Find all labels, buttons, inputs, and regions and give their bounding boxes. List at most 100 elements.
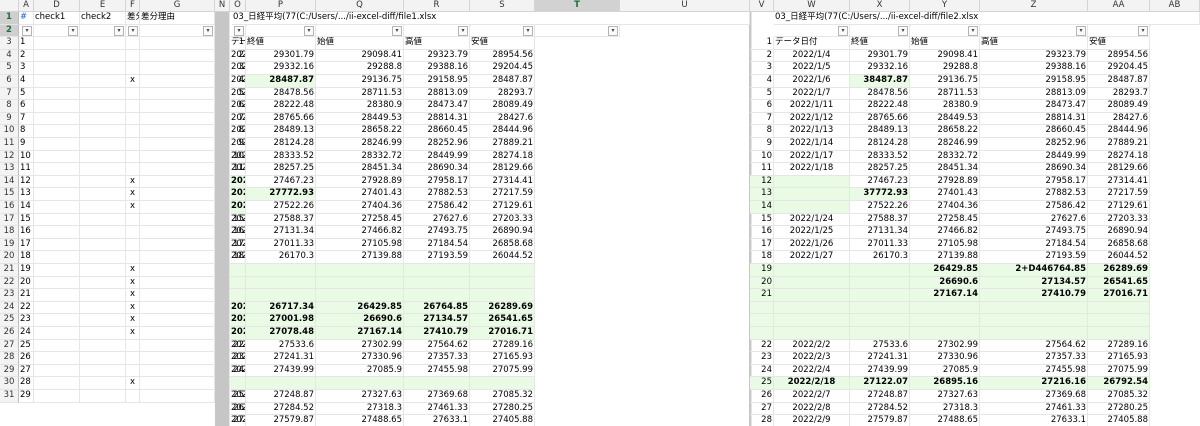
diff-reason-cell[interactable] bbox=[140, 138, 215, 151]
file2-low-cell[interactable]: 27075.99 bbox=[1088, 364, 1150, 378]
check1-cell[interactable] bbox=[34, 327, 80, 340]
file2-open-cell[interactable]: 29288.8 bbox=[910, 62, 980, 75]
file2-low-cell[interactable]: 27314.41 bbox=[1088, 175, 1150, 189]
filter-cell-Z[interactable]: ▾ bbox=[980, 24, 1088, 38]
file2-date-cell[interactable]: 2022/2/8 bbox=[774, 402, 850, 416]
file1-close-cell[interactable]: 28124.28 bbox=[246, 138, 316, 151]
file1-date-cell[interactable]: 2022/1/7 bbox=[230, 87, 246, 101]
filter-dropdown-icon[interactable]: ▾ bbox=[392, 25, 402, 36]
file2-open-cell[interactable]: 28332.72 bbox=[910, 150, 980, 164]
file1-close-cell[interactable]: 27522.26 bbox=[246, 201, 316, 214]
spreadsheet-grid[interactable]: A D E F G N O P Q R S T U V W X Y Z AA AB 1 2 3 4 5 6 7 8 9 10 11 12 13 1… bbox=[0, 0, 1200, 426]
file2-close-cell[interactable] bbox=[850, 264, 910, 277]
file1-open-cell[interactable] bbox=[316, 276, 404, 290]
file1-high-cell[interactable]: 27357.33 bbox=[404, 352, 470, 365]
file1-open-cell[interactable]: 27404.36 bbox=[316, 201, 404, 214]
file2-close-cell[interactable]: 27439.99 bbox=[850, 364, 910, 378]
filter-dropdown-icon[interactable]: ▾ bbox=[968, 25, 978, 36]
row-header-3[interactable]: 3 bbox=[0, 37, 19, 50]
file1-low-cell[interactable]: 27165.93 bbox=[470, 352, 535, 365]
file1-high-cell[interactable] bbox=[404, 377, 470, 390]
file2-date-cell[interactable]: 2022/1/27 bbox=[774, 251, 850, 264]
file1-low-cell[interactable]: 28444.96 bbox=[470, 125, 535, 138]
column-header-A[interactable]: A bbox=[19, 0, 34, 12]
file2-low-cell[interactable]: 27889.21 bbox=[1088, 138, 1150, 151]
file1-date-cell[interactable]: 2022/1/31 bbox=[230, 314, 246, 327]
file2-high-cell[interactable]: 27461.33 bbox=[980, 402, 1088, 416]
column-header-V[interactable]: V bbox=[750, 0, 774, 12]
check2-cell[interactable] bbox=[80, 87, 126, 101]
file2-high-cell[interactable]: 27455.98 bbox=[980, 364, 1088, 378]
file2-close-cell[interactable]: 27522.26 bbox=[850, 201, 910, 214]
column-header-Z[interactable]: Z bbox=[980, 0, 1088, 12]
filter-dropdown-icon[interactable]: ▾ bbox=[838, 25, 848, 36]
file1-low-cell[interactable]: 27289.16 bbox=[470, 339, 535, 353]
file2-close-cell[interactable]: 37772.93 bbox=[850, 188, 910, 201]
file1-high-cell[interactable]: 28813.09 bbox=[404, 87, 470, 101]
file1-open-cell[interactable]: 28380.9 bbox=[316, 100, 404, 113]
check1-cell[interactable] bbox=[34, 112, 80, 126]
check1-cell[interactable] bbox=[34, 37, 80, 50]
check1-cell[interactable] bbox=[34, 226, 80, 239]
file2-high-cell[interactable]: 2+D446764.85 bbox=[980, 264, 1088, 277]
file2-date-cell[interactable]: 2022/2/2 bbox=[774, 339, 850, 353]
file2-high-cell[interactable]: 27633.1 bbox=[980, 415, 1088, 426]
filter-dropdown-icon[interactable]: ▾ bbox=[128, 25, 138, 36]
check2-cell[interactable] bbox=[80, 188, 126, 201]
file1-low-cell[interactable]: 27280.25 bbox=[470, 402, 535, 416]
file1-high-cell[interactable]: 26764.85 bbox=[404, 301, 470, 315]
check2-cell[interactable] bbox=[80, 49, 126, 63]
filter-cell-G[interactable]: ▾ bbox=[140, 24, 215, 38]
file2-high-cell[interactable]: 27193.59 bbox=[980, 251, 1088, 264]
file1-date-cell[interactable]: 2022/2/9 bbox=[230, 415, 246, 426]
file1-open-cell[interactable] bbox=[316, 377, 404, 390]
file2-high-cell[interactable]: 27493.75 bbox=[980, 226, 1088, 239]
file1-close-cell[interactable]: 28478.56 bbox=[246, 87, 316, 101]
file1-close-cell[interactable]: 26170.3 bbox=[246, 251, 316, 264]
file2-close-cell[interactable] bbox=[850, 327, 910, 340]
check2-cell[interactable] bbox=[80, 276, 126, 290]
check2-cell[interactable] bbox=[80, 264, 126, 277]
file2-date-cell[interactable]: 2022/1/18 bbox=[774, 163, 850, 176]
file1-open-cell[interactable]: 27928.89 bbox=[316, 175, 404, 189]
file1-low-cell[interactable]: 26289.69 bbox=[470, 301, 535, 315]
check2-cell[interactable] bbox=[80, 138, 126, 151]
file1-date-cell[interactable]: 2022/2/7 bbox=[230, 390, 246, 403]
check1-cell[interactable] bbox=[34, 49, 80, 63]
file1-close-cell[interactable]: 27078.48 bbox=[246, 327, 316, 340]
row-header-16[interactable]: 16 bbox=[0, 201, 19, 214]
file1-close-cell[interactable]: 27248.87 bbox=[246, 390, 316, 403]
file1-open-cell[interactable]: 27258.45 bbox=[316, 213, 404, 227]
file2-date-cell[interactable]: 2022/2/18 bbox=[774, 377, 850, 390]
file1-close-cell[interactable]: 27011.33 bbox=[246, 238, 316, 252]
file2-open-cell[interactable]: 26690.6 bbox=[910, 276, 980, 290]
file2-low-cell[interactable]: 28089.49 bbox=[1088, 100, 1150, 113]
file2-date-cell[interactable]: 2022/1/25 bbox=[774, 226, 850, 239]
row-header-13[interactable]: 13 bbox=[0, 163, 19, 176]
file2-high-cell[interactable]: 27216.16 bbox=[980, 377, 1088, 390]
filter-dropdown-icon[interactable]: ▾ bbox=[898, 25, 908, 36]
file2-low-cell[interactable]: 28274.18 bbox=[1088, 150, 1150, 164]
file1-low-cell[interactable]: 27405.88 bbox=[470, 415, 535, 426]
file2-date-cell[interactable] bbox=[774, 175, 850, 189]
file2-low-cell[interactable]: 27085.32 bbox=[1088, 390, 1150, 403]
row-header-25[interactable]: 25 bbox=[0, 314, 19, 327]
file1-date-cell[interactable] bbox=[230, 264, 246, 277]
check2-cell[interactable] bbox=[80, 150, 126, 164]
file1-date-cell[interactable]: 2022/1/6 bbox=[230, 75, 246, 88]
diff-reason-cell[interactable] bbox=[140, 364, 215, 378]
check1-cell[interactable] bbox=[34, 75, 80, 88]
file1-date-cell[interactable]: 2022/2/1 bbox=[230, 327, 246, 340]
filter-cell-P[interactable]: ▾ bbox=[246, 24, 316, 38]
file2-open-cell[interactable]: 26429.85 bbox=[910, 264, 980, 277]
file2-close-cell[interactable]: 29301.79 bbox=[850, 49, 910, 63]
file1-close-cell[interactable] bbox=[246, 276, 316, 290]
file1-close-cell[interactable]: 27241.31 bbox=[246, 352, 316, 365]
file1-high-cell[interactable]: 29388.16 bbox=[404, 62, 470, 75]
file2-date-cell[interactable] bbox=[774, 301, 850, 315]
file1-high-cell[interactable] bbox=[404, 276, 470, 290]
file2-low-cell[interactable]: 28129.66 bbox=[1088, 163, 1150, 176]
file2-date-cell[interactable]: 2022/1/5 bbox=[774, 62, 850, 75]
file1-date-cell[interactable]: 2022/1/19 bbox=[230, 175, 246, 189]
diff-reason-cell[interactable] bbox=[140, 75, 215, 88]
